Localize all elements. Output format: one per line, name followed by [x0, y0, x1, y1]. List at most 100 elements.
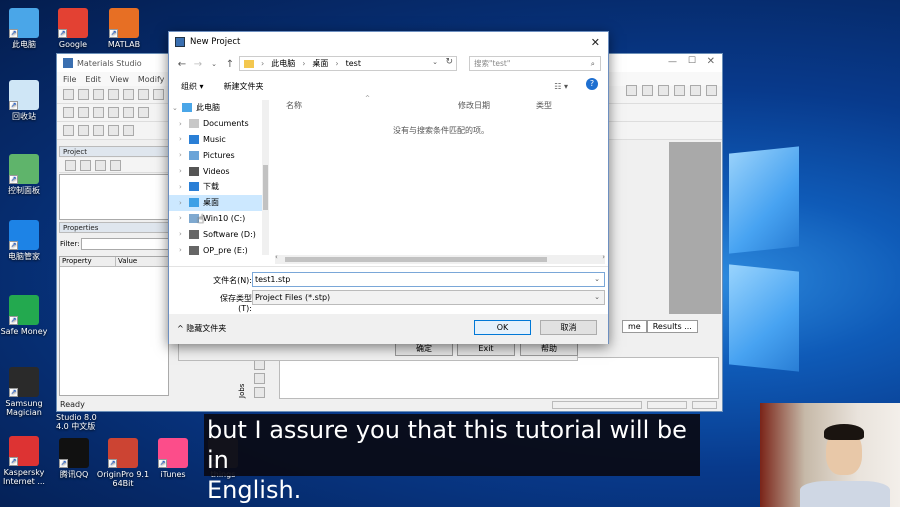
breadcrumb-this-pc[interactable]: 此电脑 — [271, 58, 295, 69]
desktop-icon[interactable]: ↗ Google — [45, 8, 101, 49]
cancel-button[interactable]: 取消 — [540, 320, 597, 335]
tab-me[interactable]: me — [622, 320, 647, 333]
refresh-icon[interactable]: ↻ — [445, 57, 453, 67]
desktop-icon[interactable]: ↗ 回收站 — [0, 80, 52, 121]
desktop-icon[interactable]: ↗ 腾讯QQ — [46, 438, 102, 479]
scrollbar-thumb[interactable] — [263, 165, 268, 210]
scroll-right-icon[interactable]: › — [602, 253, 605, 261]
tree-item[interactable]: › 桌面 — [169, 194, 269, 211]
tree-item[interactable]: › Music — [169, 132, 269, 148]
desktop-icon[interactable]: ↗ Kaspersky Internet ... — [0, 436, 52, 486]
toolbar-button[interactable] — [80, 159, 91, 171]
toolbar-button[interactable] — [95, 159, 106, 171]
scroll-left-icon[interactable]: ‹ — [275, 253, 278, 261]
menu-file[interactable]: File — [63, 75, 76, 84]
tab-results[interactable]: Results ... — [646, 320, 698, 333]
desktop-icon[interactable]: ↗ Safe Money — [0, 295, 52, 336]
toolbar-button[interactable] — [93, 107, 104, 118]
toolbar-button[interactable] — [93, 89, 104, 100]
tree-item[interactable]: › OP_pre (E:) — [169, 242, 269, 255]
hide-folders-toggle[interactable]: ^ 隐藏文件夹 — [177, 323, 226, 334]
toolbar-button[interactable] — [123, 107, 134, 118]
toolbar-button[interactable] — [93, 125, 104, 136]
desktop-icon[interactable]: ↗ MATLAB — [96, 8, 152, 49]
toolbar-button[interactable] — [674, 85, 685, 96]
toolbar-button[interactable] — [123, 89, 134, 100]
chevron-down-icon[interactable]: ⌄ — [594, 273, 600, 286]
back-arrow-icon[interactable]: ← — [174, 59, 190, 70]
chevron-right-icon[interactable]: › — [179, 246, 189, 254]
toolbar-button[interactable] — [642, 85, 653, 96]
menu-modify[interactable]: Modify — [138, 75, 165, 84]
tree-item[interactable]: › Software (D:) — [169, 226, 269, 242]
ok-button[interactable]: OK — [474, 320, 531, 335]
breadcrumb-test[interactable]: test — [346, 59, 361, 68]
desktop-icon[interactable]: ↗ iTunes — [145, 438, 201, 479]
toolbar-button[interactable] — [63, 89, 74, 100]
toolbar-button[interactable] — [658, 85, 669, 96]
toolbar-button[interactable] — [78, 89, 89, 100]
desktop-icon[interactable]: ↗ Samsung Magician — [0, 367, 52, 417]
toolbar-button[interactable] — [626, 85, 637, 96]
filetype-select[interactable]: Project Files (*.stp) ⌄ — [252, 290, 605, 305]
chevron-down-icon[interactable]: ⌄ — [172, 104, 182, 112]
toolbar-button[interactable] — [153, 89, 164, 100]
toolbar-button[interactable] — [78, 107, 89, 118]
ms-close-icon[interactable]: ✕ — [707, 56, 715, 67]
tree-item[interactable]: › Pictures — [169, 147, 269, 163]
help-icon[interactable]: ? — [586, 78, 598, 90]
toolbar-button[interactable] — [63, 107, 74, 118]
up-arrow-icon[interactable]: ↑ — [222, 59, 238, 70]
dialog-title-bar[interactable]: New Project — [169, 32, 608, 52]
toolbar-button[interactable] — [138, 89, 149, 100]
tree-item[interactable]: ⌄ 此电脑 — [169, 100, 269, 116]
toolbar-button[interactable] — [254, 373, 265, 384]
new-folder-button[interactable]: 新建文件夹 — [224, 81, 264, 92]
toolbar-button[interactable] — [690, 85, 701, 96]
chevron-right-icon[interactable]: › — [179, 183, 189, 191]
toolbar-button[interactable] — [123, 125, 134, 136]
recent-chevron-icon[interactable]: ⌄ — [206, 60, 222, 68]
toolbar-button[interactable] — [78, 125, 89, 136]
chevron-right-icon[interactable]: › — [179, 199, 189, 207]
tree-scrollbar[interactable] — [262, 100, 269, 255]
address-dropdown-icon[interactable]: ⌄ — [432, 58, 438, 66]
view-options-icon[interactable]: ☷ ▾ — [554, 82, 568, 91]
toolbar-button[interactable] — [110, 159, 121, 171]
toolbar-button[interactable] — [65, 159, 76, 171]
column-date[interactable]: 修改日期 — [458, 100, 490, 111]
forward-arrow-icon[interactable]: → — [190, 59, 206, 70]
chevron-right-icon[interactable]: › — [179, 135, 189, 143]
ms-minimize-icon[interactable]: — — [668, 57, 677, 67]
toolbar-button[interactable] — [138, 107, 149, 118]
toolbar-button[interactable] — [63, 125, 74, 136]
desktop-icon[interactable]: ↗ OriginPro 9.1 64Bit — [95, 438, 151, 488]
search-input[interactable]: 搜索"test" ⌕ — [469, 56, 601, 71]
tree-item[interactable]: › Documents — [169, 116, 269, 132]
tree-item[interactable]: › 下载 — [169, 179, 269, 195]
chevron-right-icon[interactable]: › — [179, 230, 189, 238]
chevron-right-icon[interactable]: › — [179, 151, 189, 159]
file-list[interactable]: 名称 ^ 修改日期 类型 没有与搜索条件匹配的项。 — [273, 95, 609, 255]
column-name[interactable]: 名称 — [286, 100, 302, 111]
chevron-down-icon[interactable]: ⌄ — [594, 291, 600, 304]
close-icon[interactable]: ✕ — [591, 36, 600, 49]
horizontal-scrollbar[interactable]: ‹ › — [275, 253, 605, 264]
new-project-dialog[interactable]: New Project ✕ ← → ⌄ ↑ › 此电脑 › 桌面 › test … — [168, 31, 609, 344]
toolbar-button[interactable] — [108, 89, 119, 100]
scrollbar-thumb[interactable] — [285, 257, 547, 262]
desktop-icon[interactable]: ↗ 控制面板 — [0, 154, 52, 195]
breadcrumb-desktop[interactable]: 桌面 — [312, 58, 328, 69]
tree-item[interactable]: › Win10 (C:) — [169, 211, 269, 227]
tree-item[interactable]: › Videos — [169, 163, 269, 179]
filename-input[interactable]: test1.stp ⌄ — [252, 272, 605, 287]
filter-input[interactable] — [81, 238, 169, 250]
toolbar-button[interactable] — [108, 125, 119, 136]
column-type[interactable]: 类型 — [536, 100, 552, 111]
ms-maximize-icon[interactable]: ☐ — [688, 56, 696, 66]
chevron-right-icon[interactable]: › — [179, 214, 189, 222]
menu-view[interactable]: View — [110, 75, 129, 84]
toolbar-button[interactable] — [254, 387, 265, 398]
organize-button[interactable]: 组织 ▾ — [181, 81, 204, 92]
chevron-right-icon[interactable]: › — [179, 167, 189, 175]
